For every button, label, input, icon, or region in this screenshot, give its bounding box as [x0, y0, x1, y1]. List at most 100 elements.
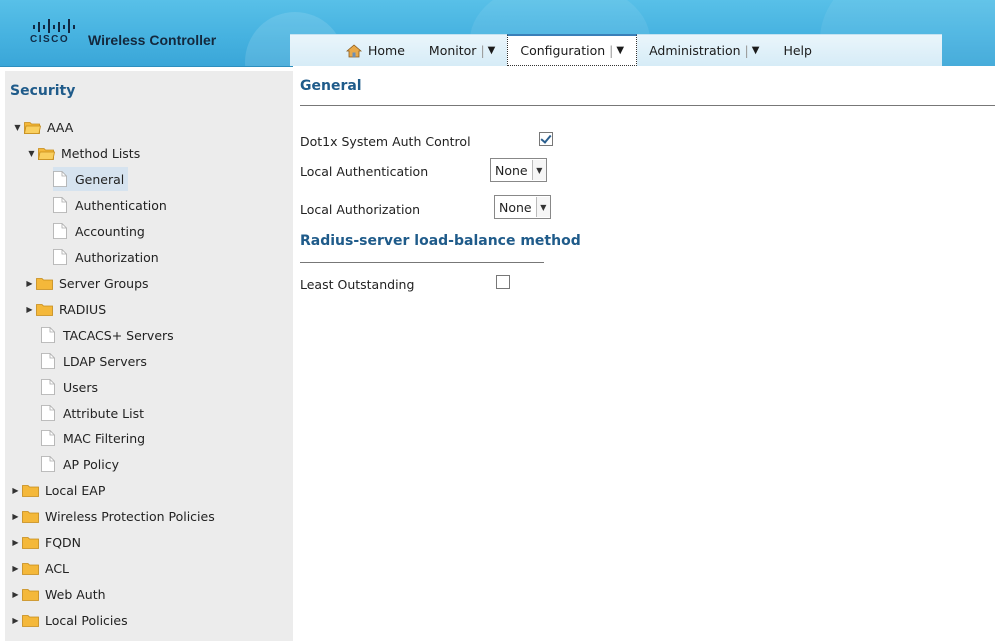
radius-section-title: Radius-server load-balance method: [300, 233, 581, 249]
local-authorization-value: None: [499, 199, 532, 215]
collapsed-arrow-icon[interactable]: ▶: [25, 279, 34, 288]
sidebar-title: Security: [10, 83, 76, 99]
tree-item-label: RADIUS: [59, 301, 107, 317]
tree-item-server-groups[interactable]: ▶ Server Groups: [25, 271, 149, 295]
tree-item-ap-policy[interactable]: AP Policy: [41, 452, 119, 476]
document-icon: [53, 249, 67, 265]
top-nav: Home Monitor | ▼ Configuration | ▼ Admin…: [290, 34, 942, 66]
nav-home-label: Home: [368, 43, 405, 58]
tree-item-label: Attribute List: [63, 405, 145, 421]
chevron-down-icon[interactable]: ▼: [752, 45, 760, 56]
folder-icon: [36, 303, 53, 316]
expanded-arrow-icon[interactable]: ▼: [13, 123, 22, 132]
document-icon: [53, 223, 67, 239]
document-icon: [41, 353, 55, 369]
tree-item-tacacs-servers[interactable]: TACACS+ Servers: [41, 323, 174, 347]
nav-help[interactable]: Help: [771, 35, 942, 66]
tree-item-acl[interactable]: ▶ ACL: [11, 556, 69, 580]
document-icon: [41, 327, 55, 343]
tree-item-general[interactable]: General: [53, 167, 129, 191]
tree-item-ldap-servers[interactable]: LDAP Servers: [41, 349, 147, 373]
tree-item-label: Wireless Protection Policies: [45, 508, 215, 524]
least-outstanding-label: Least Outstanding: [300, 277, 415, 292]
tree-item-label: Web Auth: [45, 586, 106, 602]
chevron-down-icon[interactable]: ▼: [616, 45, 624, 56]
nav-monitor[interactable]: Monitor | ▼: [417, 35, 507, 66]
tree-item-label: AP Policy: [63, 456, 120, 472]
tree-item-label: Local Policies: [45, 612, 128, 628]
nav-administration[interactable]: Administration | ▼: [637, 35, 771, 66]
tree-item-accounting[interactable]: Accounting: [53, 219, 145, 243]
folder-open-icon: [38, 147, 55, 160]
document-icon: [41, 456, 55, 472]
folder-icon: [22, 562, 39, 575]
divider: [300, 262, 544, 263]
document-icon: [41, 379, 55, 395]
tree-item-radius[interactable]: ▶ RADIUS: [25, 297, 106, 321]
tree-item-label: Authorization: [75, 249, 159, 265]
folder-icon: [22, 614, 39, 627]
folder-open-icon: [24, 121, 41, 134]
document-icon: [53, 197, 67, 213]
divider: [300, 105, 995, 106]
logo-text: CISCO: [30, 34, 70, 45]
collapsed-arrow-icon[interactable]: ▶: [11, 512, 20, 521]
tree-item-fqdn[interactable]: ▶ FQDN: [11, 530, 81, 554]
local-authentication-value: None: [495, 162, 528, 178]
tree-item-authentication[interactable]: Authentication: [53, 193, 167, 217]
nav-configuration[interactable]: Configuration | ▼: [507, 34, 638, 66]
tree-item-label: LDAP Servers: [63, 353, 147, 369]
tree-item-label: Method Lists: [61, 145, 141, 161]
tree-item-web-auth[interactable]: ▶ Web Auth: [11, 582, 106, 606]
nav-help-label: Help: [783, 43, 812, 58]
tree-item-label: MAC Filtering: [63, 430, 146, 446]
tree-item-users[interactable]: Users: [41, 375, 98, 399]
collapsed-arrow-icon[interactable]: ▶: [11, 616, 20, 625]
nav-configuration-label: Configuration: [520, 43, 606, 58]
document-icon: [41, 430, 55, 446]
nav-home[interactable]: Home: [290, 35, 417, 66]
tree-item-label: Accounting: [75, 223, 145, 239]
dot1x-label: Dot1x System Auth Control: [300, 134, 471, 149]
tree-item-label: FQDN: [45, 534, 82, 550]
page-title: General: [300, 78, 362, 94]
folder-icon: [22, 510, 39, 523]
collapsed-arrow-icon[interactable]: ▶: [11, 590, 20, 599]
nav-separator: |: [609, 43, 614, 58]
collapsed-arrow-icon[interactable]: ▶: [25, 305, 34, 314]
document-icon: [53, 171, 67, 187]
tree-item-local-policies[interactable]: ▶ Local Policies: [11, 608, 128, 632]
nav-separator: |: [744, 43, 749, 58]
collapsed-arrow-icon[interactable]: ▶: [11, 564, 20, 573]
tree-item-wireless-protection-policies[interactable]: ▶ Wireless Protection Policies: [11, 504, 215, 528]
dot1x-checkbox[interactable]: [539, 132, 553, 146]
tree-item-attribute-list[interactable]: Attribute List: [41, 401, 144, 425]
tree-item-label: TACACS+ Servers: [63, 327, 174, 343]
tree-item-local-eap[interactable]: ▶ Local EAP: [11, 478, 105, 502]
tree-item-label: ACL: [45, 560, 70, 576]
tree-item-label: General: [75, 171, 125, 187]
sidebar: Security ▼ AAA ▼ Method Lists General Au…: [5, 71, 293, 641]
chevron-down-icon[interactable]: ▼: [531, 160, 546, 180]
local-authentication-label: Local Authentication: [300, 164, 429, 179]
local-authentication-select[interactable]: None ▼: [490, 158, 547, 182]
tree-item-label: AAA: [47, 119, 74, 135]
tree-item-aaa[interactable]: ▼ AAA: [13, 115, 73, 139]
tree-item-mac-filtering[interactable]: MAC Filtering: [41, 426, 145, 450]
collapsed-arrow-icon[interactable]: ▶: [11, 538, 20, 547]
expanded-arrow-icon[interactable]: ▼: [27, 149, 36, 158]
collapsed-arrow-icon[interactable]: ▶: [11, 486, 20, 495]
app-header: CISCO Wireless Controller Home Monitor |…: [0, 0, 995, 67]
tree-item-authorization[interactable]: Authorization: [53, 245, 159, 269]
cisco-bars-icon: [33, 19, 75, 33]
chevron-down-icon[interactable]: ▼: [535, 197, 550, 217]
tree-item-label: Authentication: [75, 197, 167, 213]
folder-icon: [22, 588, 39, 601]
least-outstanding-checkbox[interactable]: [496, 275, 510, 289]
tree-item-method-lists[interactable]: ▼ Method Lists: [27, 141, 140, 165]
app-title: Wireless Controller: [88, 32, 217, 48]
local-authorization-select[interactable]: None ▼: [494, 195, 551, 219]
local-authorization-label: Local Authorization: [300, 202, 421, 217]
tree-item-label: Server Groups: [59, 275, 149, 291]
chevron-down-icon[interactable]: ▼: [488, 45, 496, 56]
